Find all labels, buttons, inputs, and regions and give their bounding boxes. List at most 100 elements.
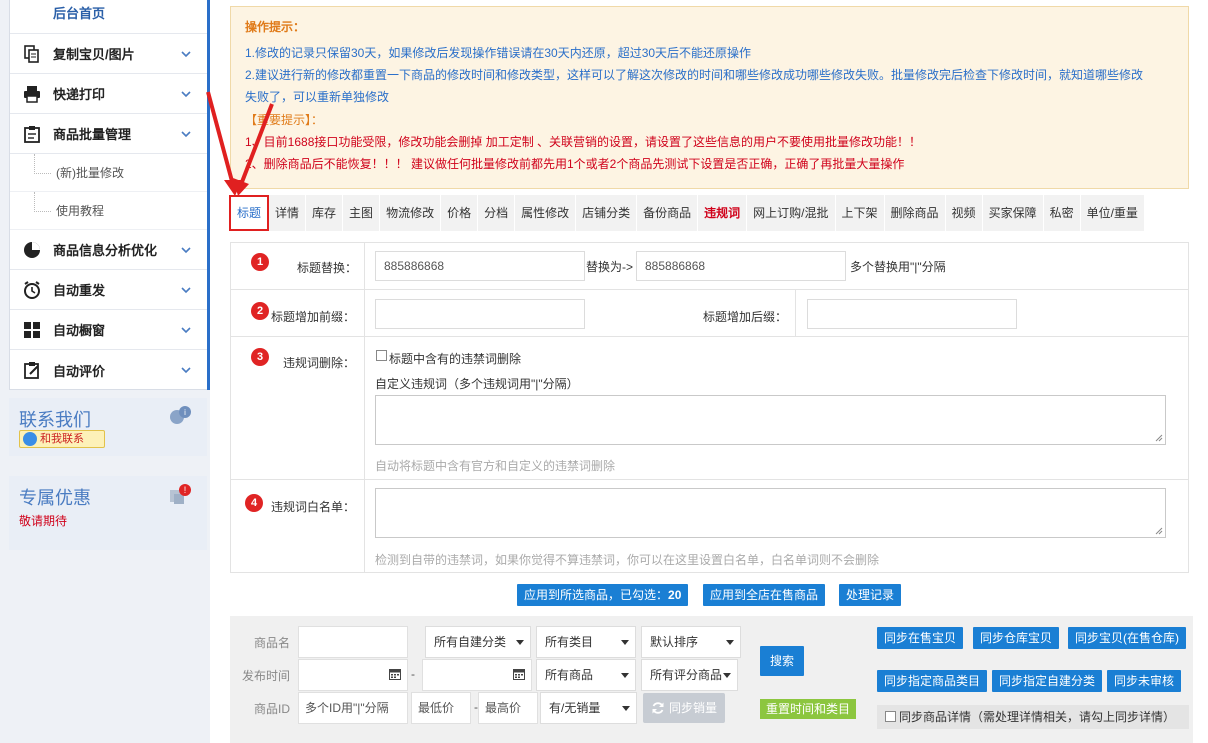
replace-arrow-label: 替换为->	[586, 260, 634, 274]
tab-3[interactable]: 主图	[343, 195, 381, 231]
sales-select[interactable]: 有/无销量	[540, 692, 637, 724]
whitelist-textarea[interactable]	[375, 488, 1166, 538]
tab-16[interactable]: 私密	[1043, 195, 1081, 231]
sidebar: 后台首页 复制宝贝/图片 快递打印 商品批量管理 (新)批量修改 使用教程 商品…	[0, 0, 210, 743]
field-label: 标题增加后缀：	[703, 310, 788, 324]
max-price-input[interactable]: 最高价	[478, 692, 538, 724]
banned-hint: 自动将标题中含有官方和自定义的违禁词删除	[375, 459, 616, 473]
resize-handle-icon[interactable]	[1155, 434, 1163, 442]
apply-all-button[interactable]: 应用到全店在售商品	[703, 584, 826, 606]
sync-warehouse-button[interactable]: 同步仓库宝贝	[973, 627, 1060, 649]
checkbox-label: 标题中含有的违禁词删除	[389, 352, 522, 366]
sidebar-subitem-tutorial[interactable]: 使用教程	[10, 192, 207, 230]
sidebar-item-home[interactable]: 后台首页	[10, 0, 207, 34]
resize-handle-icon[interactable]	[1155, 527, 1163, 535]
contact-button[interactable]: 和我联系	[19, 430, 105, 448]
title-edit-form: 1 标题替换： 885886868 替换为-> 885886868 多个替换用"…	[230, 242, 1189, 573]
tab-1[interactable]: 详情	[269, 195, 307, 231]
sidebar-item-analysis[interactable]: 商品信息分析优化	[10, 230, 207, 270]
sidebar-item-print[interactable]: 快递打印	[10, 74, 207, 114]
tab-14[interactable]: 视频	[945, 195, 983, 231]
chevron-down-icon	[181, 50, 191, 57]
whitelist-hint: 检测到自带的违禁词，如果你觉得不算违禁词，你可以在这里设置白名单，白名单词则不会…	[375, 553, 880, 567]
tab-13[interactable]: 删除商品	[884, 195, 946, 231]
tab-9[interactable]: 备份商品	[637, 195, 699, 231]
sidebar-item-label: 快递打印	[53, 87, 106, 102]
tab-6[interactable]: 分档	[478, 195, 516, 231]
end-date-input[interactable]	[422, 659, 532, 691]
chevron-down-icon	[181, 367, 191, 374]
min-price-input[interactable]: 最低价	[411, 692, 471, 724]
tab-4[interactable]: 物流修改	[380, 195, 442, 231]
tab-12[interactable]: 上下架	[835, 195, 885, 231]
contact-box: 联系我们 和我联系 i	[9, 398, 207, 456]
product-name-input[interactable]	[298, 626, 408, 658]
calendar-icon[interactable]	[389, 668, 401, 680]
sync-custom-category-button[interactable]: 同步指定自建分类	[992, 670, 1103, 692]
sync-both-button[interactable]: 同步宝贝(在售仓库)	[1068, 627, 1186, 649]
suffix-input[interactable]	[807, 299, 1017, 329]
sidebar-item-batch[interactable]: 商品批量管理	[10, 114, 207, 154]
category-select[interactable]: 所有类目	[536, 626, 636, 658]
svg-text:!: !	[184, 485, 187, 495]
row-banned-words: 3 违规词删除： 标题中含有的违禁词删除 自定义违规词（多个违规词用"|"分隔）…	[231, 337, 1188, 480]
chevron-down-icon	[181, 326, 191, 333]
row-title-replace: 1 标题替换： 885886868 替换为-> 885886868 多个替换用"…	[231, 243, 1188, 290]
tab-10[interactable]: 违规词	[698, 195, 748, 231]
sidebar-item-copy[interactable]: 复制宝贝/图片	[10, 34, 207, 74]
tab-17[interactable]: 单位/重量	[1080, 195, 1145, 231]
sidebar-item-window[interactable]: 自动橱窗	[10, 310, 207, 350]
sync-unreviewed-button[interactable]: 同步未审核	[1107, 670, 1182, 692]
records-button[interactable]: 处理记录	[839, 584, 902, 606]
sidebar-item-repost[interactable]: 自动重发	[10, 270, 207, 310]
field-label: 违规词删除：	[283, 356, 356, 370]
clipboard-edit-icon	[22, 360, 42, 380]
notice-panel: 操作提示： 1.修改的记录只保留30天，如果修改后发现操作错误请在30天内还原，…	[230, 6, 1189, 189]
tab-7[interactable]: 属性修改	[515, 195, 577, 231]
promo-box: 专属优惠 敬请期待 !	[9, 476, 207, 550]
sidebar-item-label: 自动橱窗	[53, 323, 106, 338]
replace-to-input[interactable]: 885886868	[636, 251, 846, 281]
tab-5[interactable]: 价格	[441, 195, 479, 231]
notice-warning: 1、目前1688接口功能受限，修改功能会删掉 加工定制 、关联营销的设置，请设置…	[245, 135, 922, 149]
reset-button[interactable]: 重置时间和类目	[760, 699, 857, 719]
annotation-arrows	[206, 91, 274, 196]
chat-bubble-icon: i	[170, 406, 191, 424]
banned-delete-checkbox[interactable]	[376, 350, 387, 361]
sort-select[interactable]: 默认排序	[641, 626, 741, 658]
sync-detail-checkbox[interactable]	[885, 711, 896, 722]
qq-icon	[23, 432, 37, 446]
notice-line: 1.修改的记录只保留30天，如果修改后发现操作错误请在30天内还原，超过30天后…	[245, 46, 752, 60]
row-title-affix: 2 标题增加前缀： 标题增加后缀：	[231, 290, 1188, 337]
caret-down-icon	[621, 673, 629, 678]
rating-select[interactable]: 所有评分商品	[641, 659, 738, 691]
sidebar-item-review[interactable]: 自动评价	[10, 350, 207, 390]
refresh-icon	[652, 702, 664, 714]
search-button[interactable]: 搜索	[760, 646, 805, 676]
caret-down-icon	[621, 640, 629, 645]
tab-2[interactable]: 库存	[306, 195, 344, 231]
prefix-input[interactable]	[375, 299, 585, 329]
custom-banned-textarea[interactable]	[375, 395, 1166, 445]
step-badge: 3	[251, 348, 269, 366]
tab-15[interactable]: 买家保障	[982, 195, 1044, 231]
svg-text:i: i	[184, 408, 186, 417]
tab-11[interactable]: 网上订购/混批	[747, 195, 836, 231]
sidebar-subitem-new-batch[interactable]: (新)批量修改	[10, 154, 207, 192]
sidebar-item-label: 自动重发	[53, 283, 106, 298]
calendar-icon[interactable]	[513, 668, 525, 680]
notice-line: 失败了，可以重新单独修改	[245, 90, 390, 104]
tab-8[interactable]: 店铺分类	[576, 195, 638, 231]
replace-from-input[interactable]: 885886868	[375, 251, 585, 281]
apply-selected-button[interactable]: 应用到所选商品，已勾选：20	[517, 584, 689, 606]
start-date-input[interactable]	[298, 659, 408, 691]
product-id-input[interactable]: 多个ID用"|"分隔	[298, 692, 408, 724]
sidebar-item-label: 商品批量管理	[53, 127, 132, 142]
custom-category-select[interactable]: 所有自建分类	[425, 626, 531, 658]
sync-category-button[interactable]: 同步指定商品类目	[877, 670, 988, 692]
step-badge: 1	[251, 253, 269, 271]
product-status-select[interactable]: 所有商品	[536, 659, 636, 691]
sync-onsale-button[interactable]: 同步在售宝贝	[877, 627, 964, 649]
tab-0[interactable]: 标题	[229, 195, 270, 231]
sync-sales-button[interactable]: 同步销量	[643, 693, 726, 723]
